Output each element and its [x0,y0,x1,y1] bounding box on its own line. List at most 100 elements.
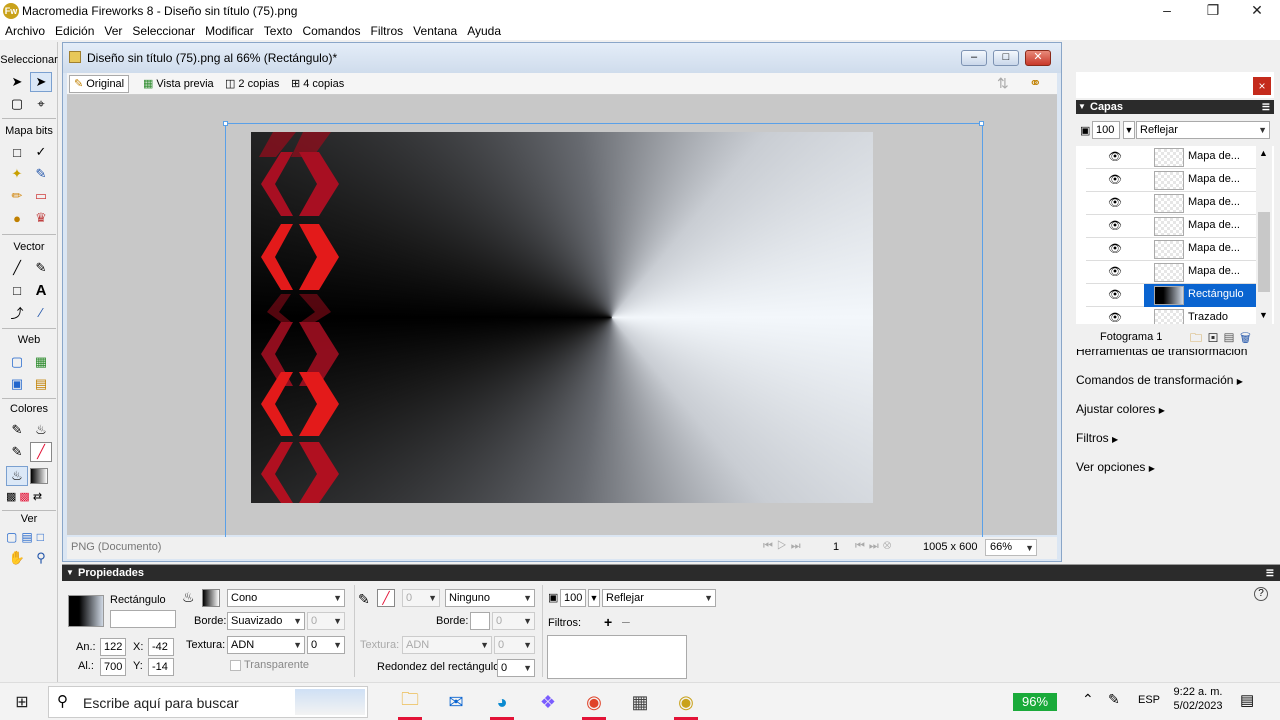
calculator-icon[interactable]: ▦ [620,686,660,718]
swap-colors-icon[interactable]: ⇄ [33,490,42,504]
layer-row[interactable]: 👁 Mapa de... [1086,261,1264,284]
height-input[interactable]: 700 [100,658,126,676]
quick-export-icon[interactable]: ⇅ [997,75,1009,92]
remove-filter-icon[interactable]: – [622,613,630,629]
menu-archivo[interactable]: Archivo [0,22,50,40]
panel-link-view-options[interactable]: Ver opciones ▶ [1076,460,1155,474]
stroke-type-select[interactable]: Ninguno ▼ [445,589,535,607]
standard-screen-mode-icon[interactable]: ▢ [6,530,17,544]
copilot-icon[interactable]: ❖ [528,686,568,718]
layers-scrollbar[interactable]: ▲ ▼ [1256,146,1272,324]
pen-tool-icon[interactable]: ✎ [30,258,52,278]
panel-link-transform-commands[interactable]: Comandos de transformación ▶ [1076,373,1243,387]
eye-icon[interactable]: 👁 [1108,219,1122,232]
stroke-color-pencil-icon[interactable]: ✎ [6,442,28,462]
file-explorer-icon[interactable]: 🗀 [390,686,430,718]
object-name-input[interactable] [110,610,176,628]
add-filter-icon[interactable]: + [604,614,612,630]
new-folder-icon[interactable]: 🗀 [1190,331,1208,345]
search-box[interactable]: ⚲ Escribe aquí para buscar [48,686,368,718]
rectangle-tool-icon[interactable]: □ [6,280,28,300]
notifications-icon[interactable]: ▤ [1240,691,1254,709]
tab-4-up[interactable]: ⊞ 4 copias [287,75,348,93]
clock[interactable]: 9:22 a. m. 5/02/2023 [1168,686,1228,712]
brush-tool-icon[interactable]: ✎ [30,164,52,184]
lasso-tool-icon[interactable]: ✓ [30,142,52,162]
close-button[interactable]: ✕ [1234,0,1280,22]
menu-edicion[interactable]: Edición [50,22,99,40]
new-layer-icon[interactable]: ▤ [1224,331,1240,345]
hide-hotspots-icon[interactable]: ▣ [6,374,28,394]
canvas-area[interactable] [67,95,1057,541]
export-key-icon[interactable]: ⚭ [1029,74,1042,92]
panel-link-adjust-colors[interactable]: Ajustar colores ▶ [1076,402,1165,416]
help-icon[interactable]: ? [1254,587,1268,601]
menu-comandos[interactable]: Comandos [297,22,365,40]
stroke-color-swatch[interactable]: ╱ [30,442,52,462]
properties-panel-header[interactable]: ▼ Propiedades ☰ [62,565,1280,581]
layer-opacity-input[interactable]: 100 [1092,121,1120,139]
play-icon[interactable]: ▷ [777,540,791,552]
layer-row[interactable]: 👁 Mapa de... [1086,169,1264,192]
subselect-tool-icon[interactable]: ➤ [30,72,52,92]
blur-tool-icon[interactable]: ● [6,208,28,228]
slice-tool-icon[interactable]: ▦ [30,352,52,372]
eye-icon[interactable]: 👁 [1108,311,1122,324]
panel-close-button[interactable]: × [1253,77,1271,95]
rubber-stamp-tool-icon[interactable]: ♛ [30,208,52,228]
object-blend-select[interactable]: Reflejar ▼ [602,589,716,607]
layers-panel-header[interactable]: ▼ Capas ☰ [1076,100,1274,114]
stroke-color-swatch[interactable]: ╱ [377,589,395,607]
last-frame-icon[interactable]: ⏭ [791,540,805,552]
edge-browser-icon[interactable]: ◕ [482,686,522,718]
first-frame-icon[interactable]: ⏮ [763,540,777,552]
panel-link-filters[interactable]: Filtros ▶ [1076,431,1118,445]
scroll-down-icon[interactable]: ▼ [1259,310,1268,320]
menu-ayuda[interactable]: Ayuda [462,22,506,40]
paint-bucket-tool-icon[interactable]: ♨ [30,420,52,440]
document-minimize-button[interactable]: – [961,50,987,66]
trash-icon[interactable]: 🗑 [1240,331,1257,345]
layer-row-selected[interactable]: 👁 Rectángulo [1086,284,1264,307]
fireworks-taskbar-icon[interactable]: ◉ [666,686,706,718]
tab-preview[interactable]: ▦ Vista previa [139,75,218,93]
no-color-icon[interactable]: ▩ [19,490,29,504]
magic-wand-tool-icon[interactable]: ✦ [6,164,28,184]
document-image[interactable] [251,132,873,503]
document-close-button[interactable]: ✕ [1025,50,1051,66]
minimize-button[interactable]: – [1144,0,1190,22]
menu-modificar[interactable]: Modificar [200,22,259,40]
layer-row[interactable]: 👁 Mapa de... [1086,146,1264,169]
layer-row[interactable]: 👁 Mapa de... [1086,215,1264,238]
battery-indicator[interactable]: 96% [1013,693,1057,711]
tab-2-up[interactable]: ◫ 2 copias [221,75,283,93]
eye-icon[interactable]: 👁 [1108,288,1122,301]
opacity-dropdown-icon[interactable]: ▼ [1123,121,1135,139]
document-maximize-button[interactable]: □ [993,50,1019,66]
pencil-tool-icon[interactable]: ✏ [6,186,28,206]
fill-edge-select[interactable]: Suavizado ▼ [227,612,305,630]
layer-blend-select[interactable]: Reflejar ▼ [1136,121,1270,139]
chrome-icon[interactable]: ◉ [574,686,614,718]
full-screen-menu-mode-icon[interactable]: ▤ [21,530,32,544]
menu-ventana[interactable]: Ventana [408,22,462,40]
menu-seleccionar[interactable]: Seleccionar [127,22,200,40]
eyedropper-tool-icon[interactable]: ✎ [6,420,28,440]
resize-handle[interactable] [223,121,228,126]
opacity-dropdown-icon[interactable]: ▼ [588,589,600,607]
panel-options-icon[interactable]: ☰ [1262,100,1270,114]
layer-row[interactable]: 👁 Mapa de... [1086,238,1264,261]
scale-tool-icon[interactable]: ▢ [6,94,28,114]
next-frame-icon[interactable]: ⏭ [869,540,883,552]
roundness-input[interactable]: 0 ▼ [497,659,535,677]
knife-tool-icon[interactable]: ∕ [30,302,52,322]
eye-icon[interactable]: 👁 [1108,196,1122,209]
windows-start-icon[interactable]: ⊞ [2,686,42,718]
layer-row[interactable]: 👁 Trazado [1086,307,1264,324]
eye-icon[interactable]: 👁 [1108,242,1122,255]
eye-icon[interactable]: 👁 [1108,265,1122,278]
full-screen-mode-icon[interactable]: □ [37,530,44,544]
eye-icon[interactable]: 👁 [1108,150,1122,163]
stop-icon[interactable]: ⊗ [883,540,896,552]
text-tool-icon[interactable]: A [30,280,52,300]
